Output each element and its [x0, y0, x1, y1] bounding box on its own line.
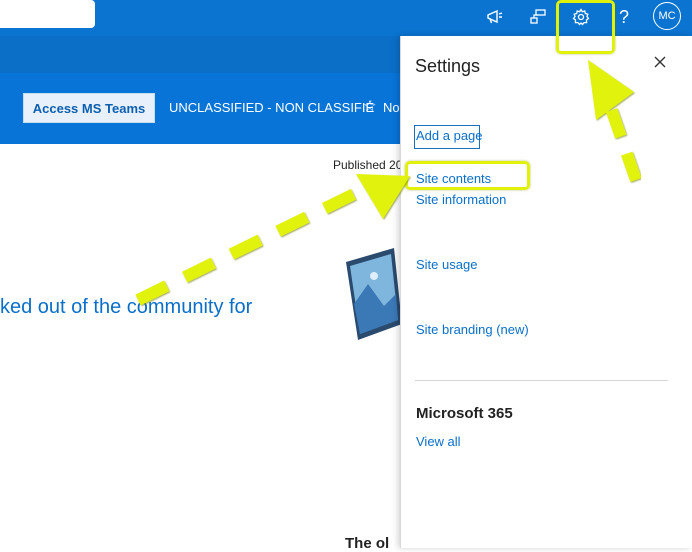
avatar-initials: MC	[658, 10, 676, 22]
star-icon[interactable]: ☆	[363, 97, 376, 115]
access-ms-teams-button[interactable]: Access MS Teams	[23, 93, 155, 123]
site-information-link[interactable]: Site information	[416, 192, 506, 207]
classification-label: UNCLASSIFIED - NON CLASSIFIÉ	[169, 100, 375, 115]
search-box[interactable]	[0, 0, 95, 28]
follow-button[interactable]: No	[383, 100, 400, 115]
news-headline[interactable]: ked out of the community for	[0, 296, 252, 319]
org-chart-icon[interactable]	[524, 4, 552, 30]
microsoft-365-heading: Microsoft 365	[416, 405, 513, 422]
panel-divider	[415, 380, 668, 381]
site-contents-highlight-box	[405, 161, 530, 190]
close-icon[interactable]	[650, 52, 670, 72]
megaphone-icon[interactable]	[481, 4, 509, 30]
help-label: ?	[618, 6, 629, 27]
site-branding-link[interactable]: Site branding (new)	[416, 322, 529, 337]
avatar[interactable]: MC	[653, 2, 681, 30]
published-date: Published 20	[333, 158, 403, 172]
view-all-link[interactable]: View all	[416, 434, 461, 449]
settings-panel	[400, 36, 692, 548]
laptop-illustration	[344, 244, 404, 344]
gear-highlight-box	[556, 0, 615, 54]
add-a-page-link[interactable]: Add a page	[416, 128, 483, 143]
site-usage-link[interactable]: Site usage	[416, 257, 477, 272]
article-heading: The ol	[345, 535, 390, 552]
settings-title: Settings	[415, 56, 481, 76]
